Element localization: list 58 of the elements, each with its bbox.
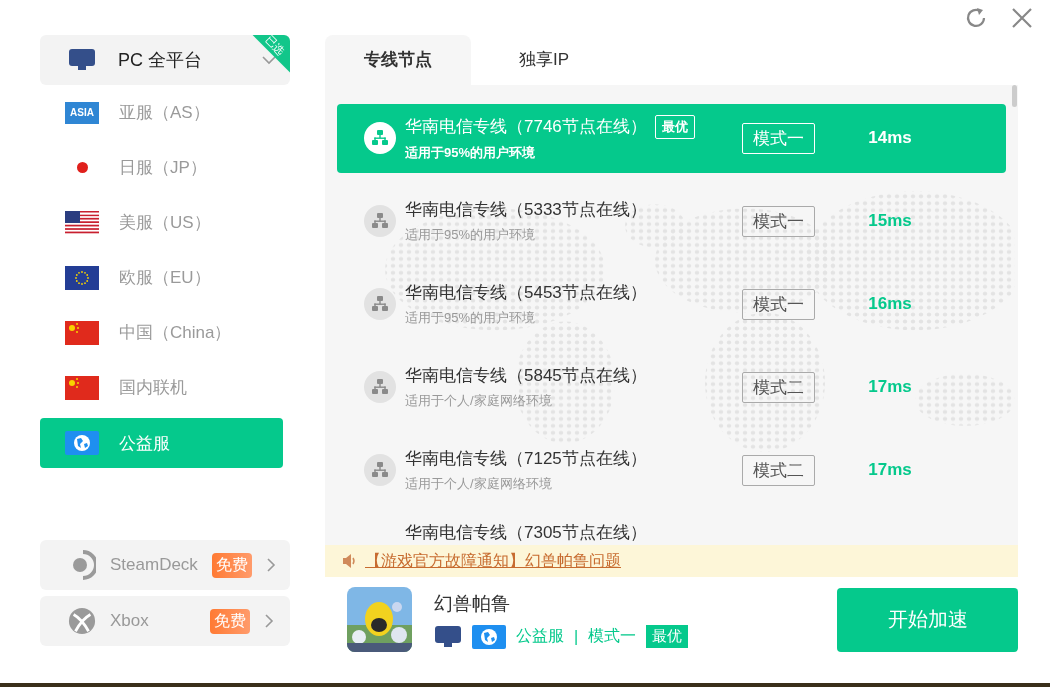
platform-label: PC 全平台: [118, 49, 203, 72]
mode-badge: 模式二: [742, 454, 815, 486]
game-title: 幻兽帕鲁: [434, 591, 511, 616]
node-description: 适用于95%的用户环境: [405, 143, 537, 162]
region-label: 欧服（EU）: [119, 267, 211, 289]
platform-item[interactable]: SteamDeck 免费: [40, 540, 290, 590]
latency: 15ms: [867, 211, 913, 232]
platform-dropdown[interactable]: PC 全平台 已选: [40, 35, 290, 85]
best-badge: 最优: [654, 114, 695, 139]
region-item[interactable]: 欧服（EU）: [40, 250, 283, 305]
latency: 14ms: [867, 128, 913, 149]
latency: 17ms: [867, 460, 913, 481]
mode-badge: 模式二: [742, 371, 815, 403]
region-label: 公益服: [119, 432, 170, 455]
region-label: 美服（US）: [119, 212, 211, 234]
node-name: 华南电信专线（5453节点在线）: [405, 282, 647, 305]
start-button[interactable]: 开始加速: [837, 587, 1018, 652]
platform-item[interactable]: Xbox 免费: [40, 596, 290, 646]
mode-label: 模式一: [588, 626, 637, 646]
separator: |: [574, 627, 579, 646]
node-name: 华南电信专线（7125节点在线）: [405, 448, 647, 471]
region-label: 亚服（AS）: [119, 102, 210, 124]
platform-label: Xbox: [110, 611, 150, 631]
mode-badge: 模式一: [742, 205, 815, 237]
node-name: 华南电信专线（7746节点在线）: [405, 116, 647, 139]
region-label: 中国（China）: [119, 322, 232, 344]
free-badge: 免费: [211, 552, 252, 578]
node-description: 适用于95%的用户环境: [405, 309, 537, 328]
node-description: 适用于个人/家庭网络环境: [405, 392, 553, 411]
node-name: 华南电信专线（5333节点在线）: [405, 199, 647, 222]
region-item[interactable]: 美服（US）: [40, 195, 283, 250]
region-item[interactable]: 中国（China）: [40, 305, 283, 360]
mode-badge: 模式一: [742, 122, 815, 154]
node-row[interactable]: 华南电信专线（7125节点在线） 适用于个人/家庭网络环境 模式二 17ms: [337, 435, 1006, 505]
free-badge: 免费: [210, 608, 250, 634]
region-item[interactable]: 国内联机: [40, 360, 283, 415]
platform-label: SteamDeck: [110, 555, 198, 575]
region-item[interactable]: 公益服: [40, 418, 283, 468]
region-label: 日服（JP）: [119, 157, 207, 179]
node-row[interactable]: 华南电信专线（7746节点在线） 最优 适用于95%的用户环境 模式一 14ms: [337, 103, 1006, 173]
node-name: 华南电信专线（5845节点在线）: [405, 365, 647, 388]
latency: 16ms: [867, 294, 913, 315]
best-badge: 最优: [646, 625, 689, 648]
asia-flag-icon: ASIA: [65, 101, 99, 124]
region-item[interactable]: 日服（JP）: [40, 140, 283, 195]
node-row[interactable]: 华南电信专线（7305节点在线）: [337, 518, 1006, 546]
region-label: 国内联机: [119, 377, 187, 399]
node-row[interactable]: 华南电信专线（5453节点在线） 适用于95%的用户环境 模式一 16ms: [337, 269, 1006, 339]
mode-badge: 模式一: [742, 288, 815, 320]
node-description: 适用于95%的用户环境: [405, 226, 537, 245]
server-label: 公益服: [516, 626, 564, 646]
region-item[interactable]: ASIA 亚服（AS）: [40, 85, 283, 140]
tab[interactable]: 专线节点: [325, 35, 471, 85]
node-description: 适用于个人/家庭网络环境: [405, 475, 553, 494]
node-name: 华南电信专线（7305节点在线）: [405, 521, 647, 544]
node-row[interactable]: 华南电信专线（5845节点在线） 适用于个人/家庭网络环境 模式二 17ms: [337, 352, 1006, 422]
node-row[interactable]: 华南电信专线（5333节点在线） 适用于95%的用户环境 模式一 15ms: [337, 186, 1006, 256]
latency: 17ms: [867, 377, 913, 398]
